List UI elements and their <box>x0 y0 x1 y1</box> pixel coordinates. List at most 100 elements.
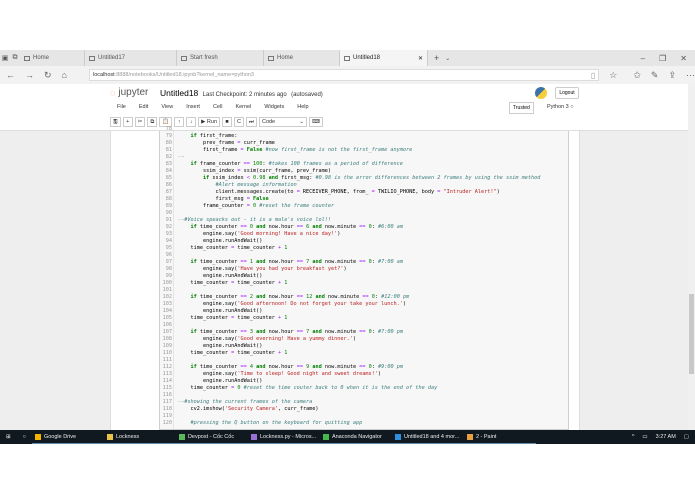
notifications-icon[interactable]: ▢ <box>684 434 689 440</box>
new-tab-icon[interactable]: + <box>434 53 439 63</box>
pen-icon[interactable]: ✎ <box>651 70 659 81</box>
jupyter-logo[interactable]: ◌ jupyter <box>110 87 148 98</box>
code-line[interactable]: 85 if ssim_index < 0.98 and first_msg: #… <box>160 175 541 182</box>
taskbar-item[interactable]: Lockness <box>103 430 176 444</box>
menu-help[interactable]: Help <box>297 104 308 110</box>
code-line[interactable]: 93 engine.say('Good morning! Have a nice… <box>160 231 540 238</box>
taskbar-item[interactable]: 2 - Paint <box>463 430 536 444</box>
code-line[interactable]: 84 ssim_index = ssim(curr_frame, prev_fr… <box>160 168 540 175</box>
code-line[interactable]: 110 time_counter = time_counter + 1 <box>160 350 540 357</box>
code-line[interactable]: 104 engine.runAndWait() <box>160 308 540 315</box>
taskbar-item[interactable]: Anaconda Navigator <box>319 430 392 444</box>
code-line[interactable]: 113 engine.say('Time to sleep! Good nigh… <box>160 371 540 378</box>
code-line[interactable]: 80 prev_frame = curr_frame <box>160 140 540 147</box>
scrollbar-thumb[interactable] <box>689 294 694 374</box>
code-line[interactable]: 109 engine.runAndWait() <box>160 343 540 350</box>
code-line[interactable]: 79 if first_frame: <box>160 133 540 140</box>
code-line[interactable]: 114 engine.runAndWait() <box>160 378 540 385</box>
reading-view-icon[interactable]: ▯ <box>591 71 598 80</box>
code-line[interactable]: 96 <box>160 252 540 259</box>
code-line[interactable]: 92 if time_counter == 0 and now.hour == … <box>160 224 540 231</box>
save-icon[interactable]: 🖫 <box>110 117 121 127</box>
code-line[interactable]: 82 —→ <box>160 154 540 161</box>
favorite-star-icon[interactable]: ☆ <box>609 70 617 81</box>
taskbar-item[interactable]: Devpost - Cốc Cốc <box>175 430 248 444</box>
code-line[interactable]: 111 <box>160 357 540 364</box>
menu-view[interactable]: View <box>161 104 173 110</box>
chevron-down-icon[interactable]: ⌄ <box>445 55 450 62</box>
close-tab-icon[interactable]: ✕ <box>418 55 427 62</box>
code-line[interactable]: 95 time_counter = time_counter + 1 <box>160 245 540 252</box>
code-line[interactable]: 105 time_counter = time_counter + 1 <box>160 315 540 322</box>
code-cell[interactable]: 78 79 if first_frame: 80 prev_frame = curr… <box>159 126 569 430</box>
home-icon[interactable]: ⌂ <box>62 70 67 80</box>
insert-cell-icon[interactable]: + <box>122 117 133 127</box>
code-line[interactable]: 100 time_counter = time_counter + 1 <box>160 280 540 287</box>
notebook-title[interactable]: Untitled18 <box>160 88 198 98</box>
code-line[interactable]: 106 <box>160 322 540 329</box>
code-line[interactable]: 99 engine.runAndWait() <box>160 273 540 280</box>
close-window-icon[interactable]: ✕ <box>680 54 687 63</box>
tab-start-fresh[interactable]: Start fresh <box>177 50 264 66</box>
logout-button[interactable]: Logout <box>555 87 579 99</box>
code-line[interactable]: 86 #Alert message information <box>160 182 540 189</box>
tab-home-2[interactable]: Home <box>264 50 340 66</box>
code-line[interactable]: 116 <box>160 392 540 399</box>
tab-untitled18[interactable]: Untitled18 ✕ <box>340 50 428 66</box>
minimize-icon[interactable]: – <box>641 54 645 63</box>
code-line[interactable]: 103 engine.say('Good afternoon! Do not f… <box>160 301 540 308</box>
tab-preview-icon[interactable]: ▣ <box>0 54 10 62</box>
more-icon[interactable]: ⋯ <box>686 70 695 81</box>
code-line[interactable]: 88 first_msg = False <box>160 196 540 203</box>
code-line[interactable]: 117 —→ #showing the current frames of the … <box>160 399 540 406</box>
set-aside-tabs-icon[interactable]: ⧉ <box>10 54 20 62</box>
menu-edit[interactable]: Edit <box>139 104 148 110</box>
menu-widgets[interactable]: Widgets <box>264 104 284 110</box>
cut-icon[interactable]: ✂ <box>134 117 146 127</box>
clock[interactable]: 3:27 AM <box>656 434 676 440</box>
code-line[interactable]: 119 <box>160 413 540 420</box>
back-icon[interactable]: ← <box>6 70 15 80</box>
code-line[interactable]: 83 if frame_counter == 100: #takes 100 f… <box>160 161 540 168</box>
page-scrollbar[interactable] <box>688 84 695 430</box>
code-line[interactable]: 102 if time_counter == 2 and now.hour ==… <box>160 294 540 301</box>
menu-file[interactable]: File <box>117 104 126 110</box>
cortana-icon[interactable]: ○ <box>17 430 32 444</box>
trusted-badge[interactable]: Trusted <box>509 102 534 114</box>
code-line[interactable]: 120 #pressing the Q button on the keyboa… <box>160 420 540 427</box>
url-input[interactable]: localhost:8888/notebooks/Untitled18.ipyn… <box>88 69 600 81</box>
code-line[interactable]: 108 engine.say('Good everning! Have a yu… <box>160 336 540 343</box>
code-line[interactable]: 94 engine.runAndWait() <box>160 238 540 245</box>
menu-insert[interactable]: Insert <box>186 104 200 110</box>
code-line[interactable]: 78 <box>160 126 540 133</box>
tab-untitled17[interactable]: Untitled17 <box>85 50 177 66</box>
code-line[interactable]: 101 <box>160 287 540 294</box>
taskbar-item[interactable]: Untitled18 and 4 mor... <box>391 430 464 444</box>
code-line[interactable]: 87 client.messages.create(to = RECEIVER_… <box>160 189 540 196</box>
restore-icon[interactable]: ❐ <box>659 54 666 63</box>
code-editor[interactable]: 78 79 if first_frame: 80 prev_frame = curr… <box>160 126 541 427</box>
code-line[interactable]: 115 time_counter = 0 #reset the time cou… <box>160 385 540 392</box>
taskbar-item[interactable]: Lockness.py - Micros... <box>247 430 320 444</box>
share-icon[interactable]: ⇪ <box>668 70 676 81</box>
taskbar-item[interactable]: Google Drive <box>31 430 104 444</box>
code-line[interactable]: 89 frame_counter = 0 #reset the frame co… <box>160 203 540 210</box>
code-line[interactable]: 81 first_frame = False #now first_frame … <box>160 147 540 154</box>
tab-home-1[interactable]: Home <box>20 50 85 66</box>
tray-chevron-up-icon[interactable]: ^ <box>632 434 635 440</box>
forward-icon[interactable]: → <box>25 70 34 80</box>
code-line[interactable]: 97 if time_counter == 1 and now.hour == … <box>160 259 540 266</box>
code-line[interactable]: 91 —→ #Voice speacks out - it is a male's … <box>160 217 540 224</box>
code-line[interactable]: 98 engine.say('Have you had your breakfa… <box>160 266 540 273</box>
code-line[interactable]: 107 if time_counter == 3 and now.hour ==… <box>160 329 540 336</box>
menu-kernel[interactable]: Kernel <box>235 104 251 110</box>
menu-cell[interactable]: Cell <box>213 104 222 110</box>
code-line[interactable]: 90 <box>160 210 540 217</box>
code-line[interactable]: 118 cv2.imshow('Security Camera', curr_f… <box>160 406 540 413</box>
refresh-icon[interactable]: ↻ <box>44 70 52 81</box>
code-line[interactable]: 112 if time_counter == 4 and now.hour ==… <box>160 364 540 371</box>
keyboard-icon[interactable]: ▭ <box>642 434 647 440</box>
favorites-hub-icon[interactable]: ✩ <box>633 70 641 81</box>
windows-start-icon[interactable]: ⊞ <box>0 430 17 444</box>
copy-icon[interactable]: ⧉ <box>147 117 158 127</box>
